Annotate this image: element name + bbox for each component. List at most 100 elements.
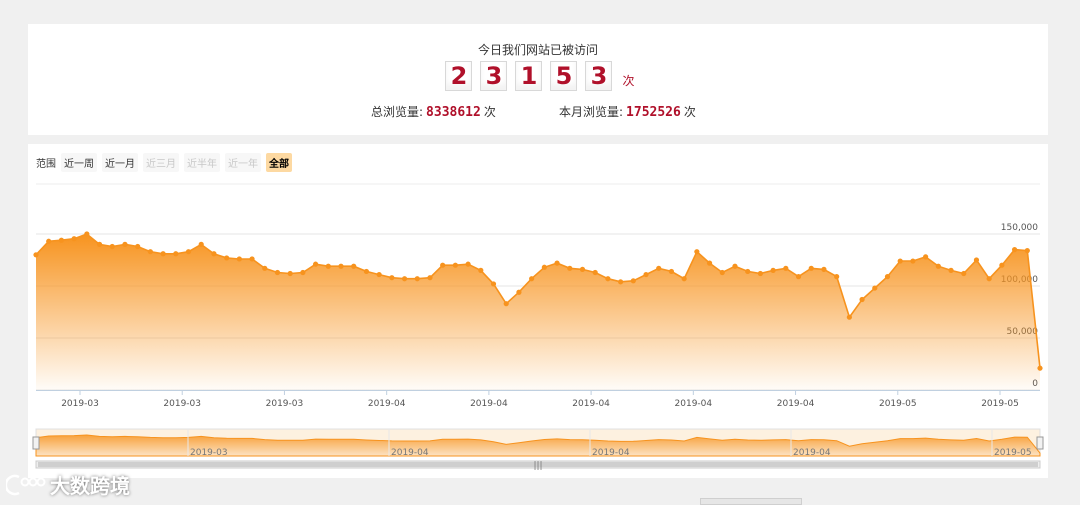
data-point — [198, 241, 204, 247]
data-point — [147, 249, 153, 255]
x-tick-label: 2019-04 — [368, 399, 406, 409]
scroll-bar-stub — [700, 498, 802, 505]
counter-unit: 次 — [622, 74, 635, 88]
data-point — [490, 281, 497, 287]
data-point — [732, 263, 738, 269]
x-tick-label: 2019-04 — [777, 399, 815, 409]
data-point — [1024, 248, 1030, 254]
data-point — [325, 263, 331, 269]
data-point — [1037, 365, 1043, 371]
month-views: 本月浏览量: 1752526 次 — [559, 103, 696, 120]
data-point — [122, 241, 128, 247]
navigator-handle[interactable] — [1036, 436, 1044, 450]
watermark: 大数跨境 — [6, 470, 130, 499]
navigator-label: 2019-04 — [391, 448, 429, 458]
data-point — [46, 238, 52, 244]
x-tick-label: 2019-03 — [163, 399, 201, 409]
traffic-area-chart: 050,000100,000150,0002019-032019-032019-… — [32, 183, 1044, 471]
data-point — [338, 263, 344, 269]
data-point — [465, 261, 471, 267]
counter-digit: 3 — [585, 61, 613, 91]
x-tick-label: 2019-05 — [981, 399, 1019, 409]
data-point — [656, 265, 662, 271]
data-point — [935, 263, 941, 269]
data-point — [300, 269, 306, 276]
data-point — [249, 256, 255, 262]
data-point — [567, 265, 573, 271]
data-point — [694, 249, 700, 255]
data-point — [999, 262, 1005, 268]
counter-digit: 1 — [515, 61, 543, 91]
data-point — [681, 276, 687, 282]
data-point — [452, 262, 458, 268]
watermark-text: 大数跨境 — [50, 474, 130, 498]
data-point — [897, 258, 903, 264]
month-views-label: 本月浏览量: — [559, 105, 624, 119]
data-point — [274, 269, 281, 276]
navigator-label: 2019-04 — [592, 448, 630, 458]
data-point — [859, 296, 865, 303]
data-point — [376, 271, 382, 278]
x-tick-label: 2019-04 — [572, 399, 610, 409]
data-point — [135, 243, 141, 250]
data-point — [185, 249, 192, 255]
data-point — [287, 270, 293, 277]
data-point — [389, 275, 395, 281]
data-point — [236, 256, 242, 262]
visit-counter-panel: 今日我们网站已被访问 2 3 1 5 3 次 总浏览量: 8338612 次 本月浏… — [28, 24, 1048, 135]
data-point — [808, 265, 814, 271]
data-point — [414, 276, 420, 282]
total-views: 总浏览量: 8338612 次 — [371, 103, 496, 120]
data-point — [821, 266, 827, 272]
data-point — [834, 274, 840, 280]
x-tick-label: 2019-03 — [266, 399, 304, 409]
month-views-unit: 次 — [683, 105, 696, 119]
navigator-label: 2019-03 — [190, 448, 228, 458]
navigator-label: 2019-04 — [793, 448, 831, 458]
data-point — [363, 268, 370, 275]
data-point — [643, 271, 649, 278]
data-point — [986, 276, 992, 282]
counter-digit: 3 — [480, 61, 508, 91]
data-point — [211, 251, 217, 257]
data-point — [605, 276, 611, 282]
data-point — [872, 285, 878, 291]
data-point — [884, 274, 891, 280]
data-point — [427, 275, 433, 281]
scrollbar-grip-icon: ||| — [533, 461, 542, 471]
total-views-unit: 次 — [483, 105, 496, 119]
data-point — [973, 257, 980, 263]
data-point — [923, 254, 929, 260]
data-point — [618, 279, 624, 285]
data-point — [312, 261, 319, 267]
data-point — [795, 274, 802, 280]
navigator-handle[interactable] — [32, 436, 40, 450]
data-point — [1011, 247, 1018, 253]
data-point — [478, 267, 484, 273]
today-visits-title: 今日我们网站已被访问 — [477, 43, 598, 57]
visit-counter-digits: 2 3 1 5 3 次 — [28, 61, 1048, 91]
navigator-label: 2019-05 — [994, 448, 1032, 458]
data-point — [503, 301, 509, 307]
data-point — [516, 289, 522, 295]
data-point — [770, 267, 776, 273]
x-tick-label: 2019-03 — [61, 399, 99, 409]
chart-panel: 范围 近一周 近一月 近三月 近半年 近一年 全部 050,000100,000… — [28, 144, 1048, 478]
data-point — [401, 276, 408, 282]
data-point — [71, 236, 77, 242]
data-point — [630, 278, 636, 284]
data-point — [846, 314, 852, 320]
data-point — [440, 262, 446, 268]
data-point — [58, 237, 65, 243]
data-point — [33, 252, 39, 258]
data-point — [668, 268, 675, 275]
data-point — [948, 267, 954, 273]
watermark-logo-icon — [6, 474, 46, 495]
x-tick-label: 2019-04 — [470, 399, 508, 409]
x-tick-label: 2019-04 — [675, 399, 713, 409]
data-point — [173, 251, 179, 257]
data-point — [745, 268, 751, 275]
data-point — [109, 243, 115, 250]
data-point — [554, 260, 560, 266]
data-point — [84, 231, 90, 237]
